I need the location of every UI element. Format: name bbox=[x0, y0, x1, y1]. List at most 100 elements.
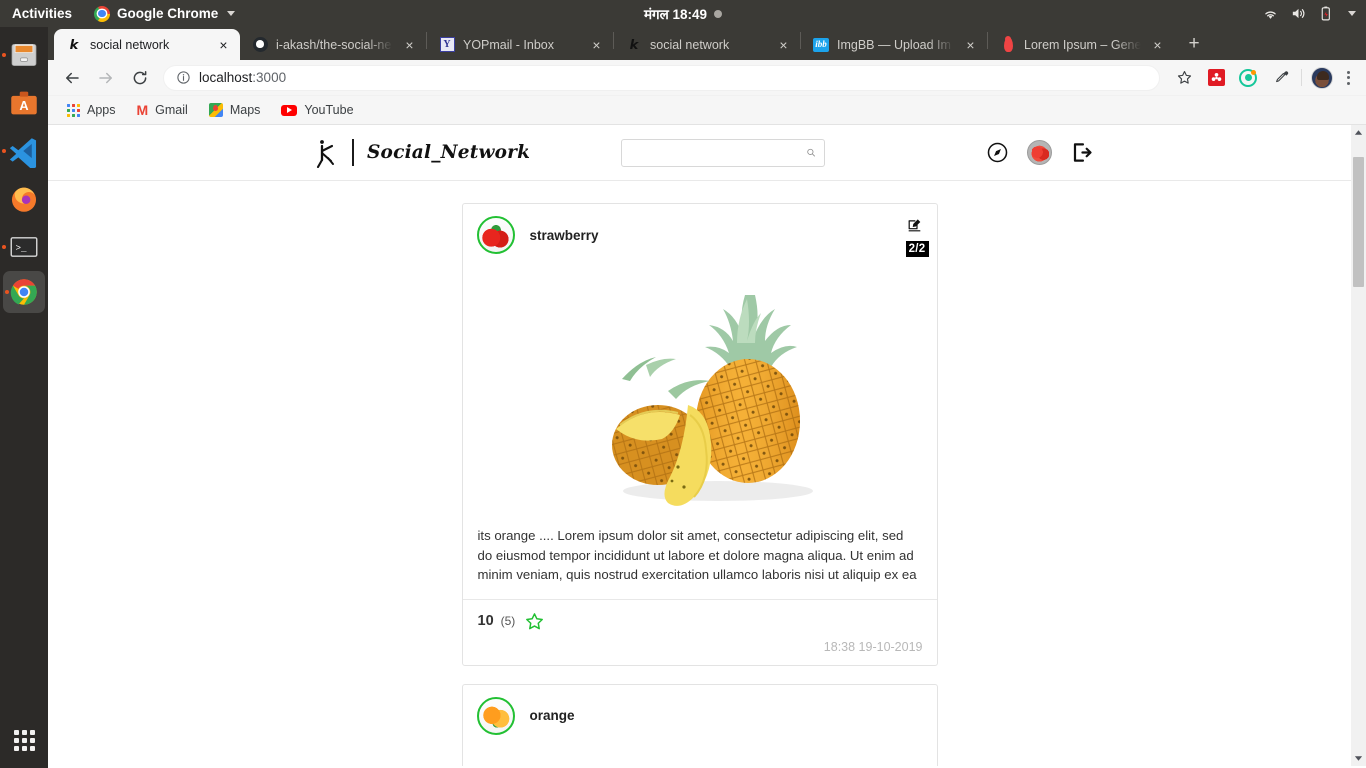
post-media bbox=[462, 264, 937, 514]
post-feed: strawberry 2/2 its orange .... Lorem ips… bbox=[48, 181, 1351, 766]
search-box[interactable] bbox=[621, 138, 825, 167]
url-path: :3000 bbox=[252, 70, 287, 85]
k-logo-icon: 𝙠 bbox=[69, 37, 79, 52]
firefox-icon bbox=[11, 187, 37, 212]
youtube-icon bbox=[281, 104, 298, 116]
extension-green-button[interactable] bbox=[1235, 65, 1261, 91]
tab-close-button[interactable]: × bbox=[775, 36, 792, 53]
extension-red-button[interactable] bbox=[1203, 65, 1229, 91]
logout-icon[interactable] bbox=[1070, 141, 1093, 164]
dock-item-vs-code[interactable] bbox=[0, 127, 48, 175]
dock-item-firefox[interactable] bbox=[0, 175, 48, 223]
dock-item-terminal[interactable]: >_ bbox=[0, 223, 48, 271]
tab-title: i-akash/the-social-ne bbox=[276, 37, 392, 52]
svg-text:>_: >_ bbox=[16, 243, 28, 254]
new-tab-button[interactable]: + bbox=[1180, 30, 1208, 58]
tab-title: Lorem Ipsum – Gene bbox=[1024, 37, 1141, 52]
edit-post-icon[interactable] bbox=[906, 217, 923, 237]
active-app-label: Google Chrome bbox=[117, 6, 219, 21]
tab-social-network-2[interactable]: 𝙠 social network × bbox=[614, 29, 800, 60]
site-title: Social_Network bbox=[367, 142, 531, 163]
post-actions: 10 (5) bbox=[463, 600, 937, 638]
bookmark-apps[interactable]: Apps bbox=[58, 100, 125, 120]
strawberry-avatar[interactable] bbox=[476, 216, 515, 254]
post-header: strawberry 2/2 bbox=[463, 204, 937, 264]
extension-red-icon bbox=[1207, 69, 1225, 86]
apps-grid-icon bbox=[67, 103, 80, 117]
tab-close-button[interactable]: × bbox=[588, 36, 605, 53]
k-runner-logo-icon bbox=[313, 138, 339, 168]
dock-item-ubuntu-software[interactable]: A bbox=[0, 79, 48, 127]
site-logo[interactable]: Social_Network bbox=[313, 138, 530, 168]
tab-title: YOPmail - Inbox bbox=[463, 37, 555, 52]
star-outline-icon[interactable] bbox=[524, 611, 545, 632]
post-username[interactable]: strawberry bbox=[530, 228, 599, 243]
bookmark-youtube[interactable]: YouTube bbox=[272, 100, 362, 120]
dock-item-files[interactable] bbox=[0, 31, 48, 79]
explore-compass-icon[interactable] bbox=[986, 141, 1009, 164]
notification-dot-icon bbox=[714, 9, 723, 18]
toolbar-divider bbox=[1301, 69, 1302, 86]
pineapple-photo bbox=[549, 269, 850, 509]
back-button[interactable] bbox=[58, 64, 86, 92]
tab-close-button[interactable]: × bbox=[401, 36, 418, 53]
tab-social-network-1[interactable]: 𝙠 social network × bbox=[54, 29, 240, 60]
show-applications-button[interactable] bbox=[0, 720, 48, 760]
search-input[interactable] bbox=[630, 145, 806, 160]
post-username[interactable]: orange bbox=[530, 708, 575, 723]
tab-github-repo[interactable]: i-akash/the-social-ne × bbox=[240, 29, 426, 60]
eyedropper-icon bbox=[1275, 71, 1288, 83]
bookmark-star-icon bbox=[1177, 70, 1191, 84]
maps-icon bbox=[208, 103, 223, 117]
orange-avatar[interactable] bbox=[476, 696, 515, 735]
scroll-up-button[interactable] bbox=[1351, 125, 1366, 140]
post-timestamp: 18:38 19-10-2019 bbox=[823, 639, 923, 654]
like-count: 10 bbox=[477, 613, 494, 629]
tab-title: social network bbox=[650, 37, 730, 52]
page-scrollbar[interactable] bbox=[1351, 125, 1366, 766]
post-header: orange bbox=[463, 685, 937, 745]
tab-yopmail-inbox[interactable]: Y YOPmail - Inbox × bbox=[427, 29, 613, 60]
svg-text:A: A bbox=[19, 98, 28, 113]
reload-icon bbox=[133, 70, 147, 84]
chrome-icon bbox=[10, 279, 37, 305]
gmail-icon: M bbox=[136, 102, 149, 118]
bookmark-gmail[interactable]: M Gmail bbox=[128, 100, 197, 120]
terminal-icon: >_ bbox=[10, 237, 38, 257]
chrome-profile-avatar[interactable] bbox=[1311, 66, 1333, 89]
clock[interactable]: मंगल 18:49 bbox=[563, 5, 803, 23]
scroll-down-button[interactable] bbox=[1351, 751, 1366, 766]
url-host: localhost bbox=[199, 70, 253, 85]
site-info-icon[interactable] bbox=[176, 70, 191, 85]
browser-toolbar: localhost :3000 bbox=[48, 60, 1366, 96]
lipsum-icon bbox=[1000, 36, 1016, 53]
page-content: Social_Network strawberry 2/2 its orange… bbox=[48, 125, 1351, 766]
tab-close-button[interactable]: × bbox=[1149, 36, 1166, 53]
bookmark-star-button[interactable] bbox=[1171, 65, 1197, 91]
files-icon bbox=[11, 44, 37, 66]
brand-divider bbox=[352, 139, 354, 166]
active-app-menu[interactable]: Google Chrome bbox=[86, 5, 243, 22]
scrollbar-thumb[interactable] bbox=[1353, 157, 1364, 287]
chrome-menu-button[interactable] bbox=[1337, 70, 1359, 85]
tab-lorem-ipsum[interactable]: Lorem Ipsum – Gene × bbox=[988, 29, 1174, 60]
search-icon[interactable] bbox=[806, 145, 816, 160]
apps-grid-icon bbox=[13, 729, 35, 751]
forward-icon bbox=[99, 72, 112, 83]
dock-item-google-chrome[interactable] bbox=[3, 271, 45, 313]
forward-button[interactable] bbox=[92, 64, 120, 92]
post-text: its orange .... Lorem ipsum dolor sit am… bbox=[462, 514, 937, 600]
activities-button[interactable]: Activities bbox=[0, 6, 86, 21]
vs-code-icon bbox=[9, 138, 37, 168]
profile-avatar[interactable] bbox=[1027, 140, 1052, 165]
tab-imgbb-upload[interactable]: ibb ImgBB — Upload Im × bbox=[801, 29, 987, 60]
tab-close-button[interactable]: × bbox=[215, 36, 232, 53]
reload-button[interactable] bbox=[126, 64, 154, 92]
github-icon bbox=[252, 37, 268, 53]
post-media bbox=[463, 745, 937, 767]
eyedropper-button[interactable] bbox=[1267, 65, 1293, 91]
system-status-area[interactable] bbox=[1262, 0, 1356, 27]
tab-close-button[interactable]: × bbox=[962, 36, 979, 53]
address-bar[interactable]: localhost :3000 bbox=[163, 64, 1160, 91]
bookmark-maps[interactable]: Maps bbox=[200, 100, 270, 120]
